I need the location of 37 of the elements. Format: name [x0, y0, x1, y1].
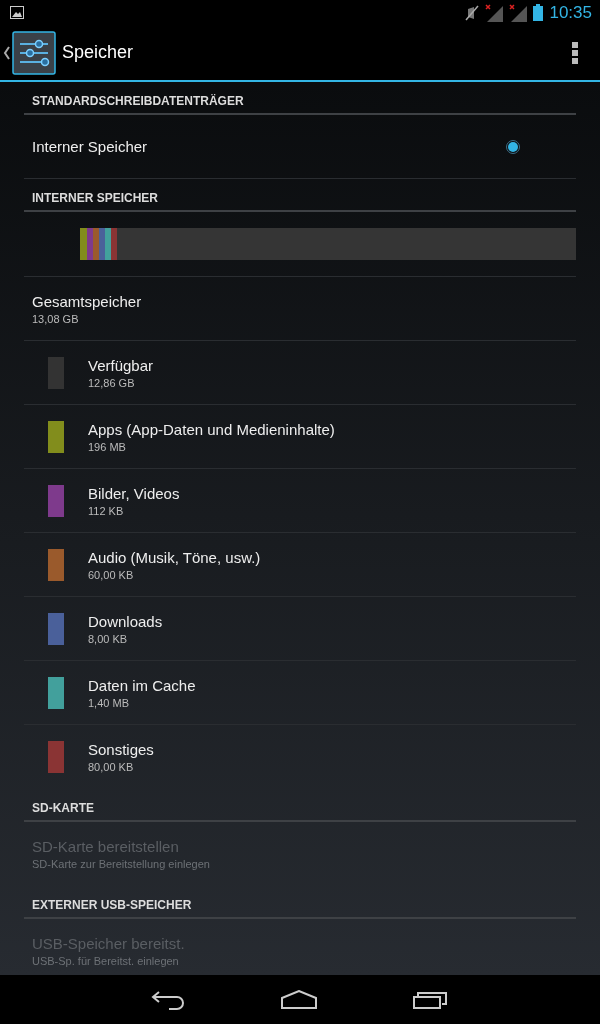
- item-value: 8,00 KB: [88, 632, 129, 645]
- item-value: 13,08 GB: [32, 312, 80, 325]
- item-value: 60,00 KB: [88, 568, 135, 581]
- item-value: 12,86 GB: [88, 376, 136, 389]
- screen-title: Speicher: [62, 42, 135, 63]
- item-title: Downloads: [88, 612, 163, 630]
- clock: 10:35: [549, 2, 592, 23]
- home-icon[interactable]: [281, 990, 317, 1009]
- item-title: Gesamtspeicher: [32, 292, 143, 310]
- overflow-menu-icon[interactable]: [572, 41, 578, 64]
- item-value: 112 KB: [88, 504, 125, 517]
- item-title: SD-Karte bereitstellen: [32, 838, 180, 855]
- item-value: 80,00 KB: [88, 761, 135, 773]
- item-summary: USB-Sp. für Bereitst. einlegen: [32, 955, 180, 967]
- item-title: Sonstiges: [88, 741, 154, 758]
- item-title: Verfügbar: [88, 356, 154, 374]
- item-value: 196 MB: [88, 440, 127, 453]
- signal-icon: [485, 3, 504, 22]
- signal-icon: [509, 3, 528, 22]
- muted-vibrate-icon: [465, 4, 480, 21]
- settings-sliders-icon[interactable]: [12, 30, 56, 75]
- section-header: EXTERNER USB-SPEICHER: [24, 886, 576, 919]
- item-title: Bilder, Videos: [88, 484, 180, 502]
- item-title: Audio (Musik, Töne, usw.): [88, 548, 261, 566]
- section-header: STANDARDSCHREIBDATENTRÄGER: [24, 82, 576, 115]
- section-header: INTERNER SPEICHER: [24, 179, 576, 212]
- recent-apps-icon[interactable]: [413, 990, 449, 1009]
- section-header: SD-KARTE: [24, 789, 576, 822]
- item-title: Apps (App-Daten und Medieninhalte): [88, 420, 335, 438]
- item-summary: SD-Karte zur Bereitstellung einlegen: [32, 858, 211, 870]
- item-value: 1,40 MB: [88, 696, 130, 709]
- up-caret-icon[interactable]: [3, 45, 10, 60]
- storage-option[interactable]: Interner Speicher: [24, 115, 576, 179]
- item-title: Daten im Cache: [88, 676, 196, 694]
- image-notification-icon: [10, 6, 24, 19]
- battery-icon: [533, 4, 544, 21]
- back-icon[interactable]: [151, 989, 185, 1010]
